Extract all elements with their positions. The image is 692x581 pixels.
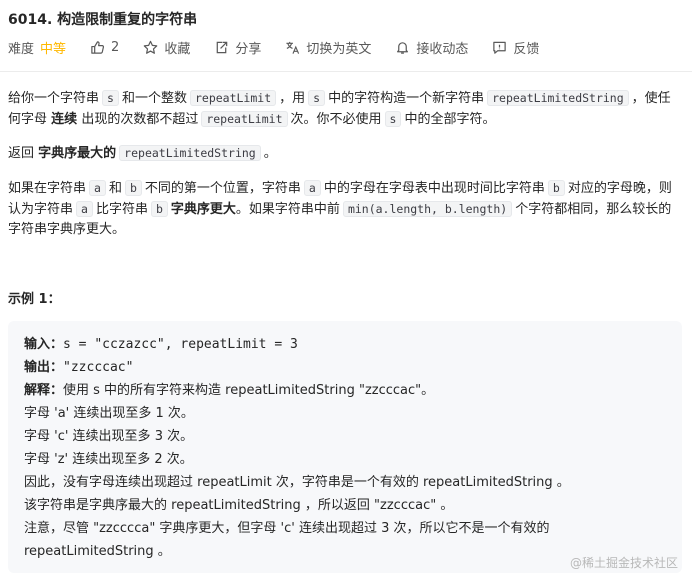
like-button[interactable]: 2 [90,40,119,55]
inline-code: a [76,201,93,217]
text: 中的字符构造一个新字符串 [328,91,485,106]
text: 返回 [8,146,35,161]
text: ，用 [279,91,306,106]
example-input-label: 输入： [24,337,64,352]
watermark: @稀土掘金技术社区 [569,556,678,570]
translate-icon [286,41,300,54]
favorite-button[interactable]: 收藏 [143,38,190,57]
notify-label: 接收动态 [416,41,469,57]
example-explain-label: 解释： [24,383,64,398]
inline-code: s [308,90,326,106]
example-detail-line: 字母 'a' 连续出现至多 1 次。 [24,406,194,421]
text: 不同的第一个位置，字符串 [144,181,301,196]
share-button[interactable]: 分享 [214,38,261,57]
problem-meta-bar: 难度 中等 2 收藏 分享 切换为英文 接收动态 反馈 [8,38,563,57]
bold-text: 字典序更大 [170,202,236,217]
problem-title: 6014. 构造限制重复的字符串 [8,12,198,28]
feedback-label: 反馈 [513,41,540,57]
thumbs-up-icon [91,40,105,54]
example-input-line: 输入：s = "cczazcc", repeatLimit = 3 [24,333,682,356]
header-divider [0,71,692,72]
text: 出现的次数都不超过 [81,112,199,127]
inline-code: b [124,180,142,196]
inline-code: a [303,180,321,196]
text: 中的字母在字母表中出现时间比字符串 [323,181,545,196]
example-input-value: s = "cczazcc", repeatLimit = 3 [63,337,298,352]
feedback-button[interactable]: 反馈 [492,38,539,57]
inline-code: b [150,201,168,217]
switch-language-label: 切换为英文 [306,41,372,57]
example-detail-line: 该字符串是字典序最大的 repeatLimitedString ，所以返回 "z… [24,498,454,513]
inline-code: repeatLimit [201,111,288,127]
example-explain-line: 解释：使用 s 中的所有字符来构造 repeatLimitedString "z… [24,379,682,402]
text: 次。你不必使用 [290,112,382,127]
example-detail-line: 字母 'z' 连续出现至多 2 次。 [24,452,193,467]
example-title: 示例 1： [8,292,61,307]
inline-code: b [547,180,565,196]
notify-button[interactable]: 接收动态 [395,38,468,57]
feedback-icon [493,41,507,54]
example-output-line: 输出："zzcccac" [24,356,682,379]
text: 和一个整数 [121,91,187,106]
bell-icon [397,41,409,54]
share-icon [217,41,228,53]
favorite-label: 收藏 [164,41,191,57]
bold-text: 字典序最大的 [38,146,117,161]
example-block: 输入：s = "cczazcc", repeatLimit = 3 输出："zz… [8,321,682,573]
text: 中的全部字符。 [404,112,496,127]
example-explain-value: 使用 s 中的所有字符来构造 repeatLimitedString "zzcc… [63,383,435,398]
inline-code: repeatLimitedString [119,145,261,161]
difficulty-value: 中等 [40,41,67,57]
text: 和 [108,181,122,196]
text: 给你一个字符串 [8,91,100,106]
inline-code: repeatLimitedString [487,90,629,106]
share-label: 分享 [235,41,262,57]
inline-code: repeatLimit [189,90,277,106]
example-output-label: 输出： [24,360,64,375]
text: 。 [263,146,277,161]
inline-code: s [384,111,402,127]
example-detail-line: 注意，尽管 "zzcccca" 字典序更大，但字母 'c' 连续出现超过 3 次… [24,521,550,536]
difficulty-label: 难度 [8,41,35,57]
text: 比字符串 [95,202,148,217]
bold-text: 连续 [51,112,78,127]
description-paragraph-2: 返回 字典序最大的 repeatLimitedString。 [8,143,680,164]
inline-code: s [102,90,119,106]
example-output-value: "zzcccac" [63,360,134,375]
text: 。如果字符串中前 [235,202,340,217]
difficulty: 难度 中等 [8,38,66,57]
description-paragraph-3: 如果在字符串 a 和 b 不同的第一个位置，字符串 a 中的字母在字母表中出现时间比字符串 b… [8,178,680,240]
inline-code: a [89,180,106,196]
like-count: 2 [111,39,120,55]
inline-code: min(a.length, b.length) [342,201,513,217]
switch-language-button[interactable]: 切换为英文 [285,38,371,57]
example-detail-line: 因此，没有字母连续出现超过 repeatLimit 次，字符串是一个有效的 re… [24,475,570,490]
example-detail-line: 字母 'c' 连续出现至多 3 次。 [24,429,194,444]
star-icon [144,40,158,54]
text: 如果在字符串 [8,181,87,196]
description-paragraph-1: 给你一个字符串 s 和一个整数 repeatLimit ，用 s 中的字符构造一个新字符串 r… [8,88,680,130]
